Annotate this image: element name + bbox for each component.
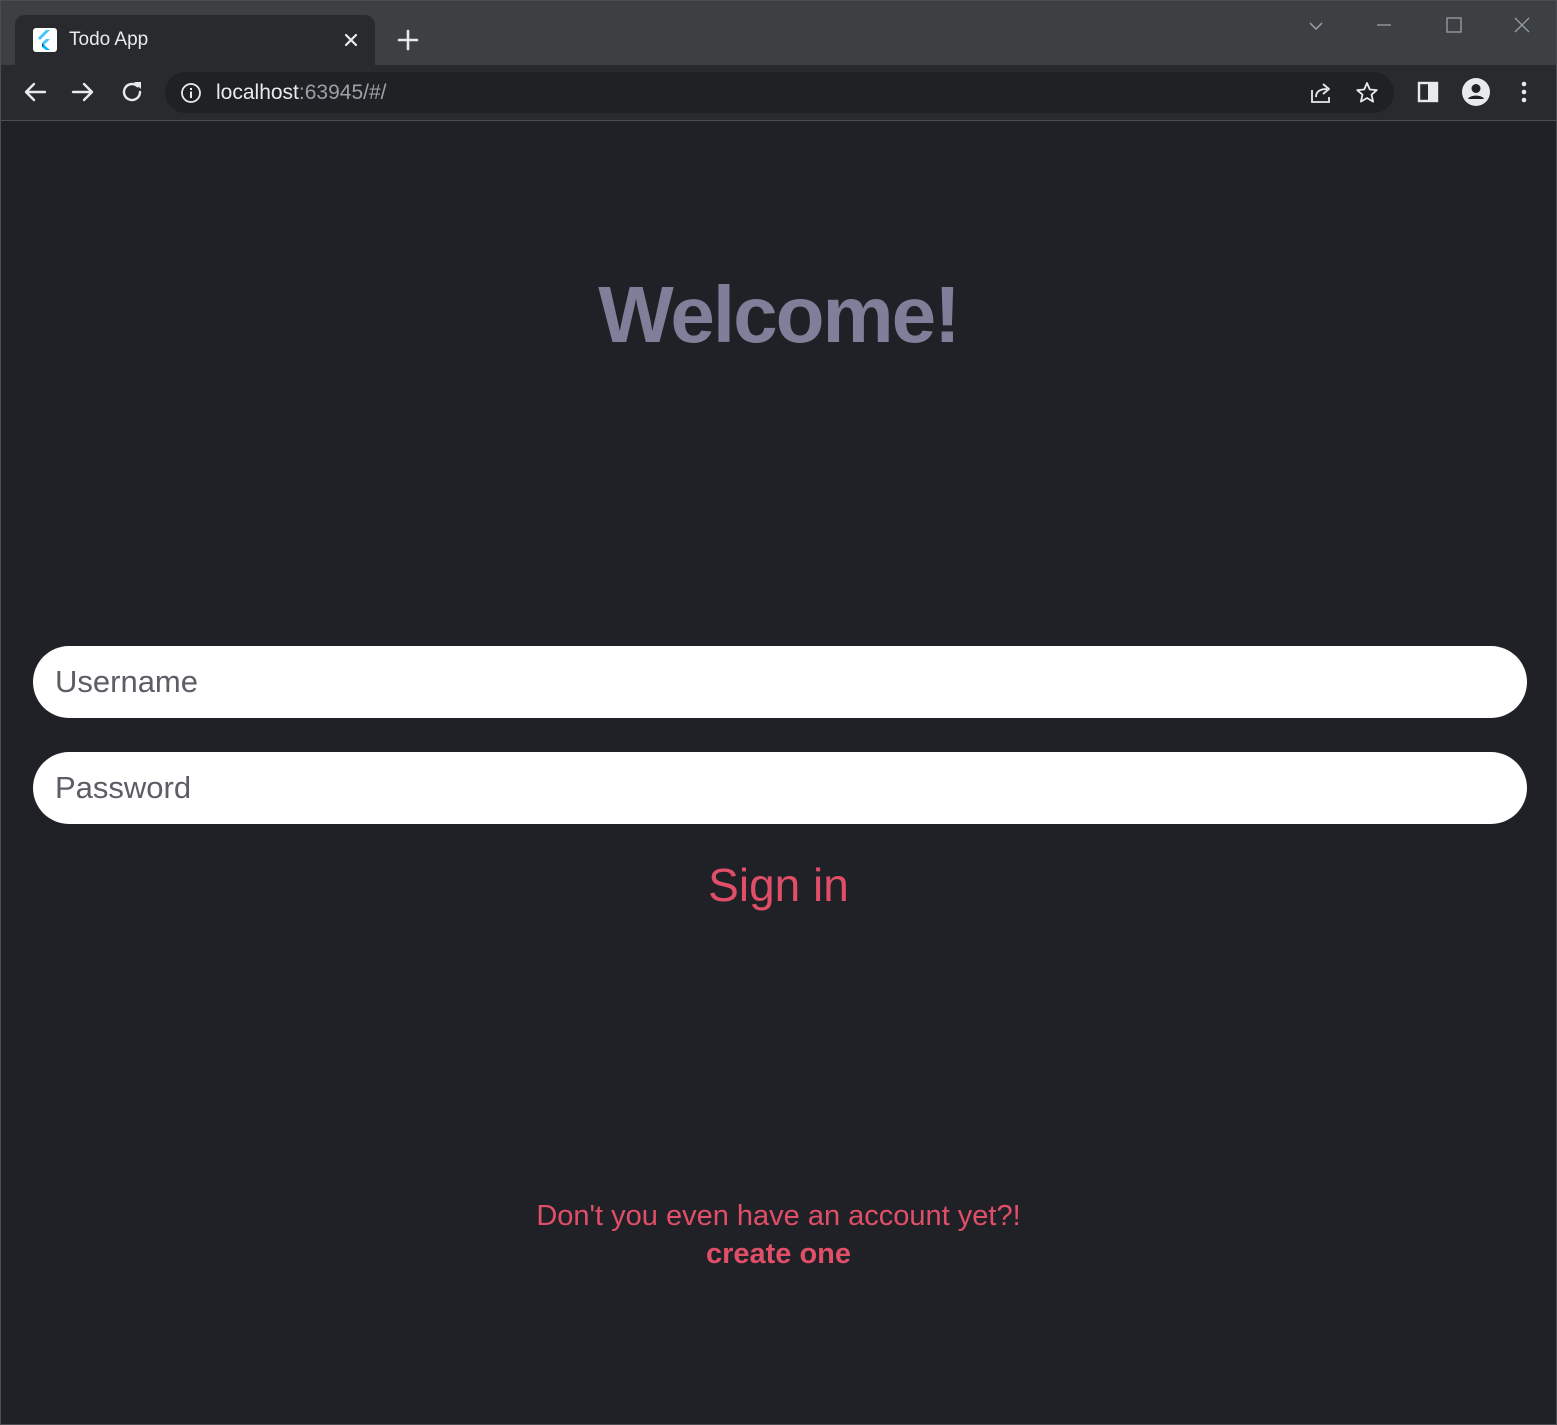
share-icon[interactable]: [1308, 80, 1334, 106]
create-account-link[interactable]: create one: [706, 1238, 851, 1270]
close-icon[interactable]: [339, 28, 363, 52]
browser-window: Todo App localhost:63945/#/ Welcome! Use…: [0, 0, 1557, 1425]
close-window-icon[interactable]: [1507, 11, 1537, 41]
username-field[interactable]: [33, 646, 1527, 718]
tab-search-icon[interactable]: [1301, 11, 1331, 41]
kebab-menu-icon[interactable]: [1508, 76, 1540, 108]
plus-icon[interactable]: [393, 25, 423, 55]
url-text: localhost:63945/#/: [216, 80, 386, 106]
reload-icon[interactable]: [116, 76, 148, 108]
no-account-text: Don't you even have an account yet?!: [536, 1200, 1021, 1232]
tab-title: Todo App: [69, 29, 149, 50]
flutter-logo-icon: [33, 28, 57, 52]
maximize-icon[interactable]: [1439, 11, 1469, 41]
profile-icon[interactable]: [1460, 76, 1492, 108]
tab-strip: Todo App: [1, 1, 1556, 65]
tab-todo-app[interactable]: Todo App: [15, 15, 375, 65]
star-icon[interactable]: [1354, 80, 1380, 106]
side-panel-icon[interactable]: [1412, 76, 1444, 108]
forward-arrow-icon[interactable]: [67, 76, 99, 108]
url-host: localhost: [216, 81, 299, 104]
login-page: Welcome! Sign in Don't you even have an …: [1, 121, 1556, 1424]
create-account-container: create one: [1, 1236, 1556, 1272]
minimize-icon[interactable]: [1369, 11, 1399, 41]
sign-in-label: Sign in: [708, 859, 849, 911]
sign-in-button[interactable]: Sign in: [1, 857, 1556, 913]
url-path: :63945/#/: [298, 81, 387, 104]
browser-toolbar: localhost:63945/#/: [1, 65, 1556, 121]
password-field[interactable]: [33, 752, 1527, 824]
info-icon[interactable]: [180, 82, 202, 104]
address-bar[interactable]: localhost:63945/#/: [165, 72, 1394, 113]
back-arrow-icon[interactable]: [19, 76, 51, 108]
page-title: Welcome!: [598, 270, 960, 359]
